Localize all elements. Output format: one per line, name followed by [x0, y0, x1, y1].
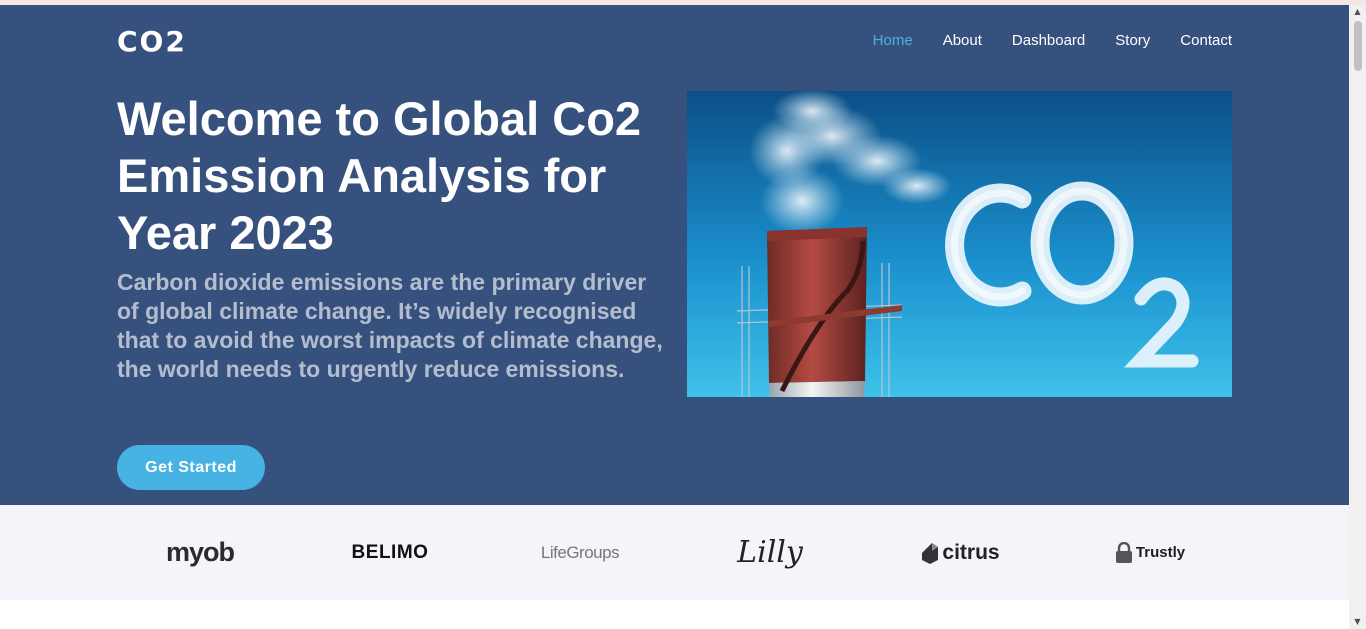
- client-logo-trustly: Trustly: [1105, 525, 1195, 580]
- clients-section: myob BELIMO LifeGroups Lilly citrus Trus…: [0, 505, 1349, 600]
- scrollbar-thumb[interactable]: [1354, 21, 1362, 71]
- site-logo[interactable]: CO2: [117, 25, 187, 58]
- main-nav: Home About Dashboard Story Contact: [873, 32, 1232, 49]
- hero-image-smokestack-co2: [687, 91, 1232, 397]
- vertical-scrollbar[interactable]: ▲ ▼: [1349, 5, 1366, 629]
- nav-about[interactable]: About: [943, 32, 982, 49]
- client-logo-belimo: BELIMO: [351, 541, 429, 563]
- nav-dashboard[interactable]: Dashboard: [1012, 32, 1085, 49]
- nav-story[interactable]: Story: [1115, 32, 1150, 49]
- citrus-mark-icon: [922, 542, 939, 564]
- client-logo-myob: myob: [165, 537, 235, 567]
- hero-subtitle: Carbon dioxide emissions are the primary…: [117, 269, 663, 382]
- hero-title: Welcome to Global Co2 Emission Analysis …: [117, 92, 642, 259]
- client-logo-lilly: Lilly: [737, 535, 803, 570]
- scroll-down-arrow-icon[interactable]: ▼: [1349, 615, 1366, 629]
- get-started-button[interactable]: Get Started: [117, 445, 265, 490]
- client-logo-lifegroups: LifeGroups: [540, 542, 620, 562]
- client-logo-citrus: citrus: [905, 525, 1015, 580]
- nav-contact[interactable]: Contact: [1180, 32, 1232, 49]
- lock-icon: [1115, 541, 1132, 563]
- scroll-up-arrow-icon[interactable]: ▲: [1349, 5, 1366, 19]
- hero-section: CO2 Home About Dashboard Story Contact W…: [0, 5, 1349, 505]
- page: CO2 Home About Dashboard Story Contact W…: [0, 5, 1349, 629]
- nav-home[interactable]: Home: [873, 32, 913, 49]
